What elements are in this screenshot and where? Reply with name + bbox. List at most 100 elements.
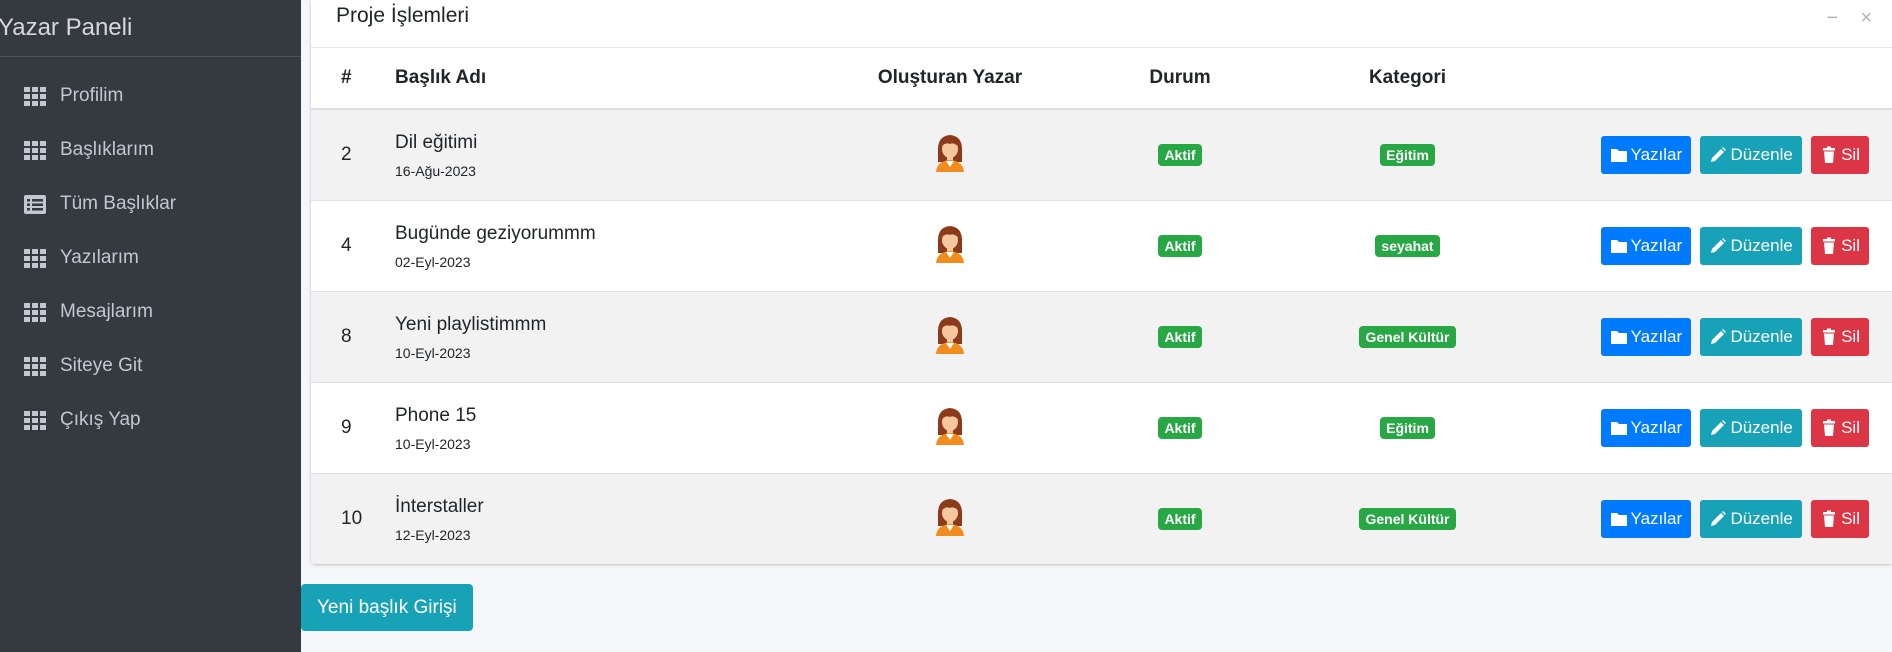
grid-icon (24, 248, 46, 268)
sidebar-item-basliklarim[interactable]: Başlıklarım (0, 123, 301, 177)
posts-button-label: Yazılar (1630, 144, 1683, 164)
status-badge: Aktif (1158, 234, 1202, 257)
row-title[interactable]: Phone 15 (395, 404, 800, 428)
new-title-button[interactable]: Yeni başlık Girişi (301, 584, 473, 631)
trash-icon (1823, 328, 1836, 345)
grid-icon (24, 140, 46, 160)
posts-button[interactable]: Yazılar (1600, 226, 1692, 265)
posts-button[interactable]: Yazılar (1600, 408, 1692, 447)
row-title-cell: Yeni playlistimmm 10-Eyl-2023 (395, 291, 800, 382)
row-author-cell (800, 382, 1100, 473)
author-avatar-icon (933, 405, 967, 445)
row-actions: Yazılar Düzenle Sil (1555, 109, 1892, 200)
sidebar-nav: Profilim Başlıklarım Tüm Başlıklar Yazıl… (0, 57, 301, 447)
header-actions (1555, 48, 1892, 110)
trash-icon (1823, 510, 1836, 527)
trash-icon (1823, 237, 1836, 254)
row-actions: Yazılar Düzenle Sil (1555, 291, 1892, 382)
pencil-icon (1711, 510, 1727, 526)
row-category-cell: seyahat (1260, 200, 1555, 291)
sidebar-item-yazilarim[interactable]: Yazılarım (0, 231, 301, 285)
edit-button-label: Düzenle (1730, 417, 1793, 437)
sidebar-item-tum-basliklar[interactable]: Tüm Başlıklar (0, 177, 301, 231)
delete-button-label: Sil (1841, 144, 1860, 164)
row-author-cell (800, 291, 1100, 382)
table-header-row: # Başlık Adı Oluşturan Yazar Durum Kateg… (311, 48, 1892, 110)
row-date: 10-Eyl-2023 (395, 344, 471, 361)
sidebar-item-label: Başlıklarım (60, 139, 154, 160)
brand[interactable]: Yazar Paneli (0, 0, 301, 57)
edit-button[interactable]: Düzenle (1700, 317, 1802, 356)
pencil-icon (1711, 419, 1727, 435)
minimize-icon[interactable]: − (1826, 8, 1838, 28)
posts-button[interactable]: Yazılar (1600, 135, 1692, 174)
delete-button-label: Sil (1841, 235, 1860, 255)
category-badge: Eğitim (1380, 143, 1435, 166)
sidebar-item-cikis-yap[interactable]: Çıkış Yap (0, 393, 301, 447)
header-title: Başlık Adı (395, 48, 800, 110)
row-id: 9 (341, 416, 352, 438)
sidebar-item-siteye-git[interactable]: Siteye Git (0, 339, 301, 393)
row-title[interactable]: Bugünde geziyorummm (395, 222, 800, 246)
folder-icon (1610, 512, 1627, 526)
status-badge: Aktif (1158, 416, 1202, 439)
grid-icon (24, 356, 46, 376)
posts-button-label: Yazılar (1630, 417, 1683, 437)
sidebar-item-label: Profilim (60, 85, 124, 106)
status-badge: Aktif (1158, 143, 1202, 166)
row-date: 16-Ağu-2023 (395, 162, 476, 179)
sidebar-item-label: Yazılarım (60, 247, 139, 268)
edit-button[interactable]: Düzenle (1700, 408, 1802, 447)
delete-button[interactable]: Sil (1811, 408, 1869, 447)
sidebar-item-mesajlarim[interactable]: Mesajlarım (0, 285, 301, 339)
sidebar-item-label: Mesajlarım (60, 301, 153, 322)
edit-button[interactable]: Düzenle (1700, 226, 1802, 265)
delete-button[interactable]: Sil (1811, 499, 1869, 538)
trash-icon (1823, 146, 1836, 163)
author-avatar-icon (933, 223, 967, 263)
category-badge: Eğitim (1380, 416, 1435, 439)
grid-icon (24, 410, 46, 430)
row-date: 02-Eyl-2023 (395, 253, 471, 270)
row-title-cell: Dil eğitimi 16-Ağu-2023 (395, 109, 800, 200)
header-author: Oluşturan Yazar (800, 48, 1100, 110)
edit-button[interactable]: Düzenle (1700, 499, 1802, 538)
row-title[interactable]: Yeni playlistimmm (395, 313, 800, 337)
table-row: 9 Phone 15 10-Eyl-2023 Aktif Eğitim Yazı… (311, 382, 1892, 473)
delete-button-label: Sil (1841, 417, 1860, 437)
row-category-cell: Eğitim (1260, 109, 1555, 200)
row-id: 2 (341, 143, 352, 165)
sidebar-item-profilim[interactable]: Profilim (0, 69, 301, 123)
row-title-cell: Bugünde geziyorummm 02-Eyl-2023 (395, 200, 800, 291)
pencil-icon (1711, 237, 1727, 253)
author-avatar-icon (933, 314, 967, 354)
posts-button-label: Yazılar (1630, 235, 1683, 255)
delete-button-label: Sil (1841, 508, 1860, 528)
sidebar-item-label: Tüm Başlıklar (60, 193, 177, 214)
category-badge: Genel Kültür (1359, 507, 1456, 530)
row-status-cell: Aktif (1100, 291, 1260, 382)
row-status-cell: Aktif (1100, 473, 1260, 564)
row-title[interactable]: İnterstaller (395, 495, 800, 519)
status-badge: Aktif (1158, 325, 1202, 348)
edit-button[interactable]: Düzenle (1700, 135, 1802, 174)
row-title[interactable]: Dil eğitimi (395, 131, 800, 155)
projects-card: Proje İşlemleri − × # Başlık Adı Oluştur… (311, 0, 1892, 564)
delete-button[interactable]: Sil (1811, 135, 1869, 174)
posts-button[interactable]: Yazılar (1600, 317, 1692, 356)
row-date: 12-Eyl-2023 (395, 526, 471, 543)
card-header: Proje İşlemleri − × (311, 0, 1892, 48)
header-status: Durum (1100, 48, 1260, 110)
folder-icon (1610, 421, 1627, 435)
category-badge: Genel Kültür (1359, 325, 1456, 348)
close-icon[interactable]: × (1860, 8, 1872, 28)
posts-button[interactable]: Yazılar (1600, 499, 1692, 538)
delete-button[interactable]: Sil (1811, 317, 1869, 356)
brand-title: Yazar Paneli (0, 14, 133, 41)
table-row: 8 Yeni playlistimmm 10-Eyl-2023 Aktif Ge… (311, 291, 1892, 382)
sidebar-item-label: Çıkış Yap (60, 409, 141, 430)
row-title-cell: Phone 15 10-Eyl-2023 (395, 382, 800, 473)
pencil-icon (1711, 328, 1727, 344)
row-actions: Yazılar Düzenle Sil (1555, 473, 1892, 564)
delete-button[interactable]: Sil (1811, 226, 1869, 265)
